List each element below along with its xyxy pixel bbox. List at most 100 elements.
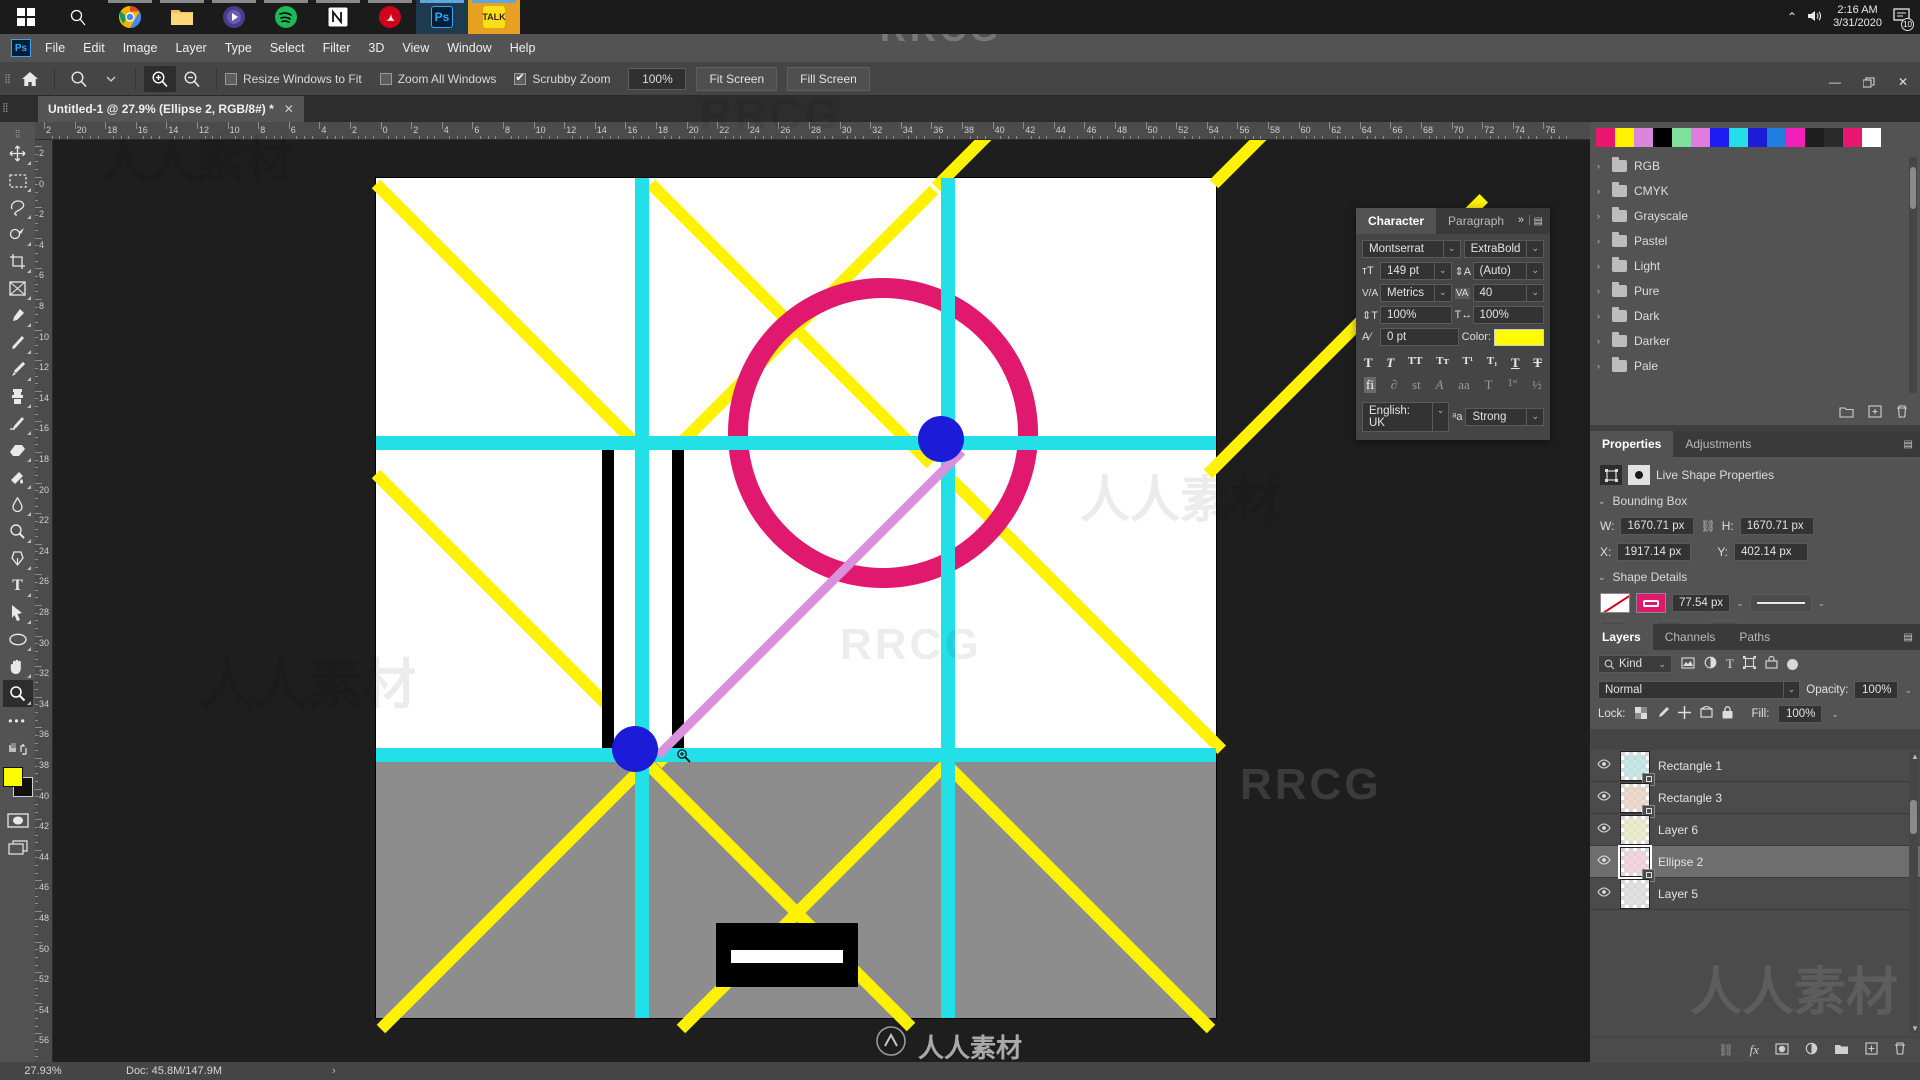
- swatch-chip[interactable]: [1767, 128, 1786, 147]
- checkbox-box[interactable]: [380, 73, 392, 85]
- layer-visibility-toggle[interactable]: [1596, 855, 1612, 868]
- pixel-filter-icon[interactable]: [1681, 657, 1695, 672]
- style-bold-button[interactable]: T: [1364, 355, 1373, 371]
- font-style-chevron-down-icon[interactable]: ⌄: [1527, 240, 1544, 258]
- fill-screen-button[interactable]: Fill Screen: [787, 67, 870, 91]
- menu-image[interactable]: Image: [114, 38, 167, 58]
- style-ordinals-button[interactable]: 1ˢᵗ: [1507, 377, 1517, 393]
- chevron-right-icon[interactable]: ›: [1597, 336, 1605, 346]
- checkbox-box[interactable]: [225, 73, 237, 85]
- new-layer-icon[interactable]: [1865, 1042, 1878, 1058]
- notion-icon[interactable]: [312, 0, 364, 34]
- menu-select[interactable]: Select: [261, 38, 314, 58]
- tab-character[interactable]: Character: [1356, 208, 1436, 234]
- checkbox-box[interactable]: [514, 73, 526, 85]
- y-field[interactable]: 402.14 px: [1734, 543, 1808, 561]
- style-fractions-button[interactable]: ½: [1532, 377, 1542, 393]
- scrubby-zoom-checkbox[interactable]: Scrubby Zoom: [514, 72, 610, 86]
- layers-list[interactable]: ▲ ▼ Rectangle 1Rectangle 3Layer 6Ellipse…: [1590, 750, 1920, 1036]
- panel-menu-icon[interactable]: ▤: [1904, 439, 1914, 450]
- fill-field[interactable]: 100%: [1778, 705, 1822, 723]
- tab-adjustments[interactable]: Adjustments: [1673, 431, 1763, 457]
- chevron-right-icon[interactable]: ›: [1597, 236, 1605, 246]
- menu-type[interactable]: Type: [216, 38, 261, 58]
- blend-mode-field[interactable]: Normal: [1598, 681, 1784, 699]
- panel-menu-icon[interactable]: ▤: [1904, 632, 1914, 643]
- swatch-chip[interactable]: [1596, 128, 1615, 147]
- tracking-field[interactable]: 40: [1473, 284, 1528, 302]
- delete-layer-icon[interactable]: [1894, 1042, 1906, 1058]
- lock-position-icon[interactable]: [1678, 706, 1691, 722]
- style-subscript-button[interactable]: T₁: [1487, 355, 1498, 371]
- swatch-group-row[interactable]: ›Grayscale: [1590, 203, 1920, 228]
- x-field[interactable]: 1917.14 px: [1617, 543, 1691, 561]
- chevron-right-icon[interactable]: ›: [1597, 261, 1605, 271]
- menu-help[interactable]: Help: [501, 38, 545, 58]
- swatch-group-row[interactable]: ›Pale: [1590, 353, 1920, 378]
- solid-line-icon[interactable]: [1750, 594, 1812, 612]
- style-swash-button[interactable]: A: [1436, 377, 1444, 393]
- chevron-right-icon[interactable]: ›: [332, 1065, 336, 1077]
- none-fill-icon[interactable]: [1600, 593, 1630, 613]
- chevron-down-icon[interactable]: ⌄: [1598, 572, 1606, 583]
- swatch-chip[interactable]: [1748, 128, 1767, 147]
- hand-tool[interactable]: [3, 653, 33, 680]
- lock-transparent-icon[interactable]: [1635, 707, 1647, 722]
- menu-window[interactable]: Window: [438, 38, 500, 58]
- fit-screen-button[interactable]: Fit Screen: [696, 67, 777, 91]
- path-anchor-node-bottom[interactable]: [612, 726, 658, 772]
- link-layers-icon[interactable]: ⛓: [1718, 1043, 1733, 1057]
- stroke-width-field[interactable]: 77.54 px: [1672, 594, 1730, 612]
- tab-layers[interactable]: Layers: [1590, 624, 1653, 650]
- dodge-tool[interactable]: [3, 518, 33, 545]
- style-allcaps-button[interactable]: TT: [1408, 355, 1423, 371]
- foreground-background-colors[interactable]: [1, 765, 35, 799]
- clone-stamp-tool[interactable]: [3, 383, 33, 410]
- swatch-chip[interactable]: [1843, 128, 1862, 147]
- menu-filter[interactable]: Filter: [314, 38, 360, 58]
- font-size-field[interactable]: 149 pt: [1380, 262, 1435, 280]
- layer-visibility-toggle[interactable]: [1596, 759, 1612, 772]
- chevron-down-icon[interactable]: ⌄: [1658, 659, 1666, 670]
- notifications-icon[interactable]: 10: [1892, 7, 1912, 28]
- more-tools[interactable]: •••: [3, 707, 33, 734]
- layers-scrollbar[interactable]: ▲ ▼: [1909, 752, 1918, 1034]
- restore-button[interactable]: [1852, 68, 1886, 96]
- stroke-width-chevron-down-icon[interactable]: ⌄: [1736, 598, 1744, 609]
- pen-tool[interactable]: [3, 545, 33, 572]
- smartobject-filter-icon[interactable]: [1765, 656, 1778, 672]
- eyedropper-tool[interactable]: [3, 302, 33, 329]
- swatch-group-row[interactable]: ›RGB: [1590, 153, 1920, 178]
- layer-row[interactable]: Layer 6: [1590, 814, 1920, 846]
- adjustment-filter-icon[interactable]: [1704, 656, 1717, 672]
- spotify-icon[interactable]: [260, 0, 312, 34]
- options-bar-grip[interactable]: ⣿: [0, 62, 14, 96]
- acrobat-icon[interactable]: [364, 0, 416, 34]
- style-discretionary-ligature-button[interactable]: ∂: [1391, 377, 1397, 393]
- crop-tool[interactable]: [3, 248, 33, 275]
- swatch-group-row[interactable]: ›Pastel: [1590, 228, 1920, 253]
- zoom-all-windows-checkbox[interactable]: Zoom All Windows: [380, 72, 497, 86]
- delete-icon[interactable]: [1896, 405, 1908, 421]
- horizontal-scale-field[interactable]: 100%: [1473, 306, 1545, 324]
- type-tool[interactable]: T: [3, 572, 33, 599]
- swatch-group-row[interactable]: ›Light: [1590, 253, 1920, 278]
- font-style-field[interactable]: ExtraBold: [1464, 240, 1528, 258]
- font-family-field[interactable]: Montserrat: [1362, 240, 1444, 258]
- style-stylistic-alternates-button[interactable]: aa: [1458, 377, 1470, 393]
- history-brush-tool[interactable]: [3, 410, 33, 437]
- swatch-groups-list[interactable]: ›RGB›CMYK›Grayscale›Pastel›Light›Pure›Da…: [1590, 151, 1920, 401]
- tab-paragraph[interactable]: Paragraph: [1436, 208, 1516, 234]
- style-smallcaps-button[interactable]: Tᴛ: [1436, 355, 1449, 371]
- swatch-chip[interactable]: [1729, 128, 1748, 147]
- photoshop-icon[interactable]: Ps: [416, 0, 468, 34]
- swatch-chip[interactable]: [1710, 128, 1729, 147]
- move-tool[interactable]: [3, 140, 33, 167]
- shape-filter-icon[interactable]: [1743, 656, 1756, 672]
- stroke-color-swatch[interactable]: [1636, 593, 1666, 613]
- layer-visibility-toggle[interactable]: [1596, 887, 1612, 900]
- chevron-right-icon[interactable]: ›: [1597, 211, 1605, 221]
- zoom-out-icon[interactable]: [176, 66, 208, 92]
- eraser-tool[interactable]: [3, 437, 33, 464]
- layer-row[interactable]: Rectangle 3: [1590, 782, 1920, 814]
